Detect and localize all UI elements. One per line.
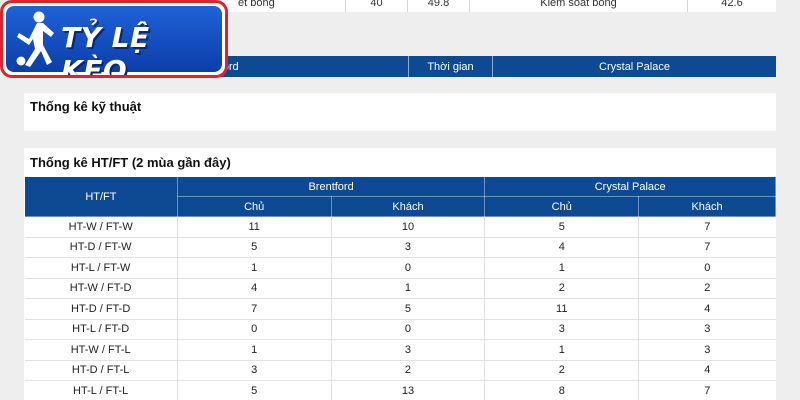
table-cell: 8 xyxy=(484,380,640,400)
table-cell: 2 xyxy=(484,360,640,381)
table-cell: 1 xyxy=(177,339,332,361)
table-cell: 7 xyxy=(638,216,776,238)
table-cell: 3 xyxy=(331,339,486,361)
stat-value: 49.8 xyxy=(408,0,470,12)
row-label: HT-L / FT-W xyxy=(24,257,178,279)
table-cell: 0 xyxy=(331,319,486,340)
table-cell: 5 xyxy=(177,380,332,400)
table-cell: 2 xyxy=(484,278,640,299)
logo-text: TỶ LỆ KÈO xyxy=(61,21,150,78)
section-title: Thống kê HT/FT (2 mùa gần đây) xyxy=(30,155,231,170)
table-row: HT-D / FT-L 3 2 2 4 xyxy=(24,360,776,381)
table-cell: 5 xyxy=(484,216,640,238)
table-cell: 4 xyxy=(638,360,776,381)
table-cell: 1 xyxy=(484,339,640,361)
table-cell: 3 xyxy=(331,237,486,258)
table-cell: 1 xyxy=(177,257,332,279)
table-cell: 1 xyxy=(331,278,486,299)
table-row: HT-D / FT-W 5 3 4 7 xyxy=(24,237,776,258)
home-team-header: Brentford xyxy=(176,176,486,197)
table-cell: 0 xyxy=(638,257,776,279)
site-logo[interactable]: TỶ LỆ KÈO xyxy=(0,0,228,78)
row-label: HT-D / FT-W xyxy=(24,237,178,258)
stat-value: 42.6 xyxy=(721,0,743,9)
table-cell: 7 xyxy=(638,380,776,400)
table-row: HT-L / FT-D 0 0 3 3 xyxy=(24,319,776,340)
table-cell: 3 xyxy=(638,319,776,340)
table-cell: 7 xyxy=(177,298,332,320)
table-cell: 11 xyxy=(484,298,640,320)
stat-label: Kiểm soát bóng xyxy=(470,0,688,12)
htft-table: HT/FT Brentford Crystal Palace Chủ Khách… xyxy=(24,176,776,400)
table-cell: 3 xyxy=(177,360,332,381)
table-row: HT-D / FT-D 7 5 11 4 xyxy=(24,298,776,320)
table-cell: 11 xyxy=(177,216,332,238)
table-row: HT-W / FT-L 1 3 1 3 xyxy=(24,339,776,361)
table-cell: 4 xyxy=(638,298,776,320)
row-label: HT-D / FT-L xyxy=(24,360,178,381)
row-label: HT-L / FT-L xyxy=(24,380,178,400)
table-cell: 4 xyxy=(484,237,640,258)
table-cell: 3 xyxy=(484,319,640,340)
soccer-player-icon xyxy=(15,11,54,67)
away-team-header: Crystal Palace xyxy=(599,60,670,73)
row-label: HT-D / FT-D xyxy=(24,298,178,320)
row-label: HT-L / FT-D xyxy=(24,319,178,340)
htft-stats-panel: Thống kê HT/FT (2 mùa gần đây) HT/FT Bre… xyxy=(24,148,776,400)
table-cell: 13 xyxy=(331,380,486,400)
stat-value: 40 xyxy=(346,0,408,12)
table-cell: 10 xyxy=(331,216,486,238)
home-venue-header: Chủ xyxy=(484,196,640,217)
table-cell: 2 xyxy=(638,278,776,299)
table-row: HT-L / FT-L 5 13 8 7 xyxy=(24,380,776,400)
row-label: HT-W / FT-L xyxy=(24,339,178,361)
htft-column-header: HT/FT xyxy=(24,176,178,217)
table-row: HT-L / FT-W 1 0 1 0 xyxy=(24,257,776,279)
table-cell: 5 xyxy=(331,298,486,320)
table-row: HT-W / FT-D 4 1 2 2 xyxy=(24,278,776,299)
table-cell: 2 xyxy=(331,360,486,381)
time-header: Thời gian xyxy=(409,56,493,77)
section-title: Thống kê kỹ thuật xyxy=(30,99,142,114)
table-cell: 4 xyxy=(177,278,332,299)
table-cell: 1 xyxy=(484,257,640,279)
technical-stats-panel: Thống kê kỹ thuật xyxy=(24,93,776,131)
row-label: HT-W / FT-D xyxy=(24,278,178,299)
row-label: HT-W / FT-W xyxy=(24,216,178,238)
away-team-header: Crystal Palace xyxy=(484,176,776,197)
table-cell: 3 xyxy=(638,339,776,361)
table-cell: 0 xyxy=(331,257,486,279)
home-venue-header: Chủ xyxy=(176,196,332,217)
table-row: HT-W / FT-W 11 10 5 7 xyxy=(24,216,776,238)
away-venue-header: Khách xyxy=(330,196,486,217)
table-cell: 0 xyxy=(177,319,332,340)
away-venue-header: Khách xyxy=(638,196,776,217)
table-cell: 7 xyxy=(638,237,776,258)
table-cell: 5 xyxy=(177,237,332,258)
